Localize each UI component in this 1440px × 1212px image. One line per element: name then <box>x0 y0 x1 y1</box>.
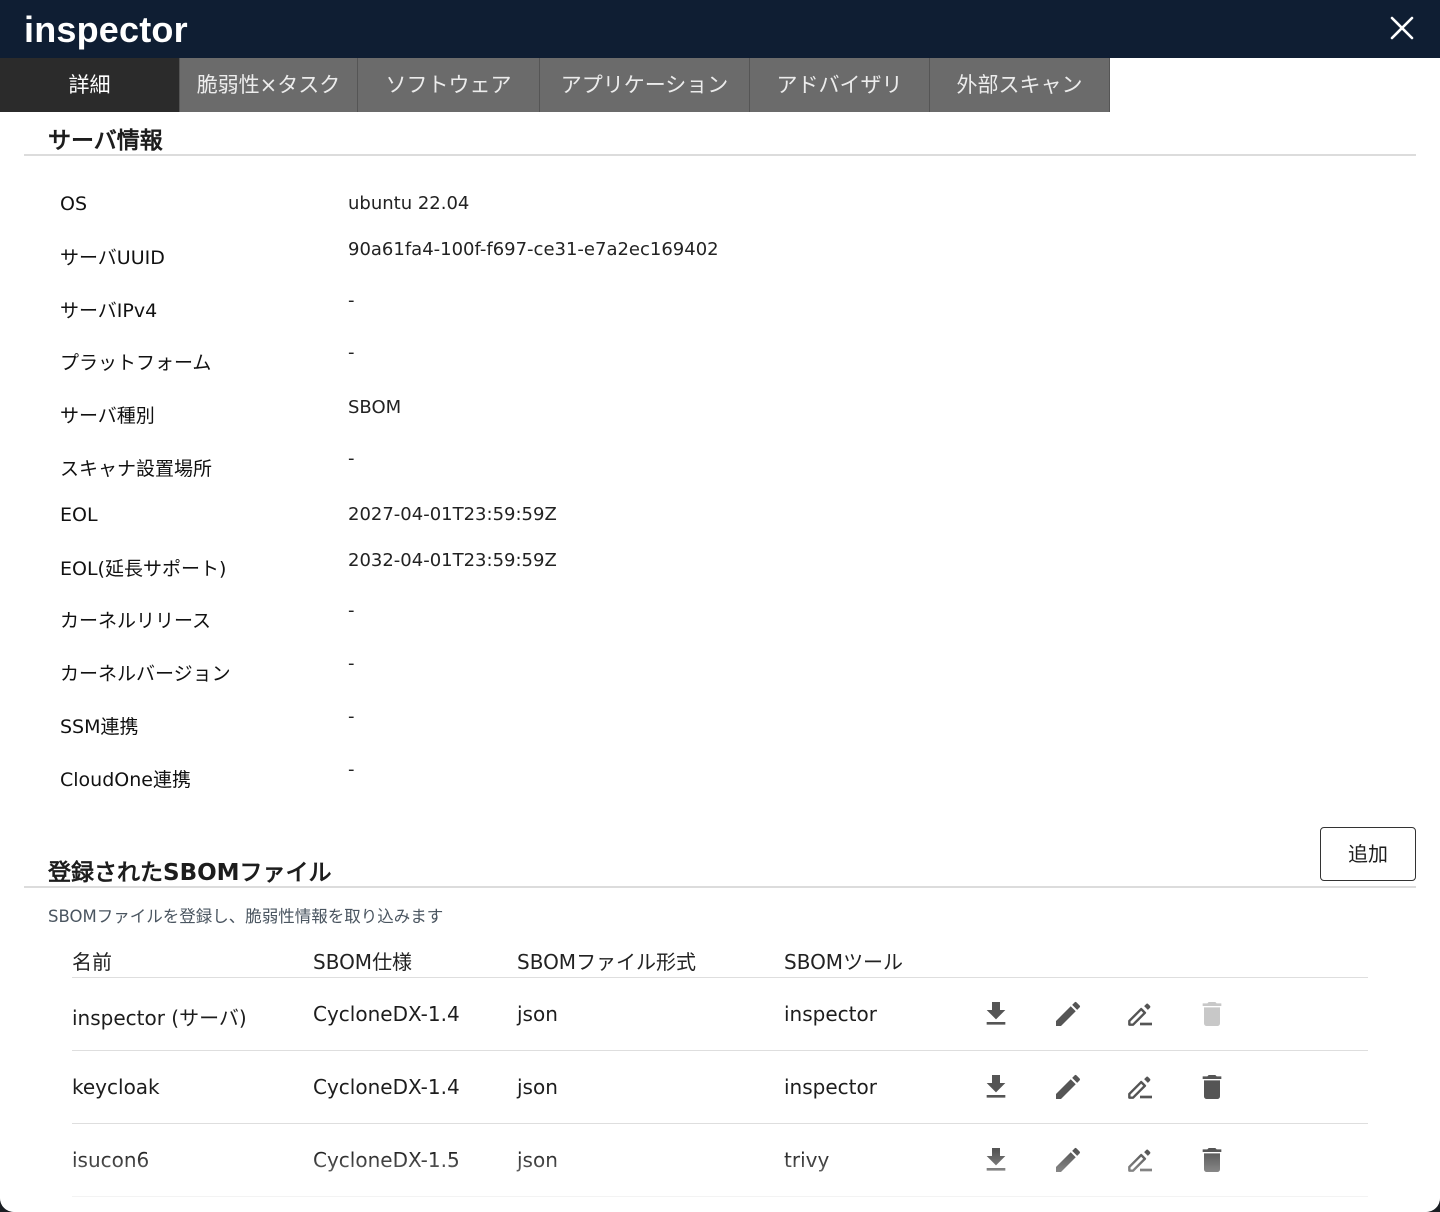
info-row-server-ipv4: サーバIPv4 - <box>60 290 1260 326</box>
info-row-cloudone: CloudOne連携 - <box>60 759 1260 795</box>
info-value: - <box>348 342 355 363</box>
download-icon[interactable] <box>980 1144 1012 1176</box>
cell-name: isucon6 <box>72 1148 150 1172</box>
info-value: 2027-04-01T23:59:59Z <box>348 504 557 525</box>
info-value: - <box>348 653 355 674</box>
close-icon[interactable] <box>1386 12 1418 44</box>
cell-name: inspector (サーバ) <box>72 1006 247 1030</box>
info-row-server-uuid: サーバUUID 90a61fa4-100f-f697-ce31-e7a2ec16… <box>60 239 1260 273</box>
info-row-platform: プラットフォーム - <box>60 342 1260 378</box>
cell-format: json <box>517 1002 558 1026</box>
cell-tool: trivy <box>784 1148 830 1172</box>
info-row-eol-extended: EOL(延長サポート) 2032-04-01T23:59:59Z <box>60 550 1260 584</box>
cell-spec: CycloneDX-1.4 <box>313 1002 460 1026</box>
title-bar: inspector <box>0 0 1440 58</box>
divider <box>24 886 1416 888</box>
inspector-window: inspector 詳細 脆弱性×タスク ソフトウェア アプリケーション アドバ… <box>0 0 1440 1212</box>
column-header-tool: SBOMツール <box>784 950 904 974</box>
cell-spec: CycloneDX-1.5 <box>313 1148 460 1172</box>
trash-icon[interactable] <box>1196 1144 1228 1176</box>
rename-icon[interactable] <box>1124 998 1156 1030</box>
info-label: EOL(延長サポート) <box>60 558 227 580</box>
info-value: - <box>348 290 355 311</box>
pencil-icon[interactable] <box>1052 1071 1084 1103</box>
tab-software[interactable]: ソフトウェア <box>358 58 540 112</box>
info-value: - <box>348 706 355 727</box>
info-value: - <box>348 600 355 621</box>
table-row: inspector (サーバ) CycloneDX-1.4 json inspe… <box>72 977 1368 1050</box>
pencil-icon[interactable] <box>1052 1144 1084 1176</box>
tab-applications[interactable]: アプリケーション <box>540 58 750 112</box>
add-sbom-button[interactable]: 追加 <box>1320 827 1416 881</box>
info-value: 2032-04-01T23:59:59Z <box>348 550 557 571</box>
table-row: keycloak CycloneDX-1.4 json inspector <box>72 1050 1368 1123</box>
info-label: CloudOne連携 <box>60 769 191 791</box>
info-label: サーバ種別 <box>60 405 155 427</box>
info-label: カーネルバージョン <box>60 663 231 685</box>
info-label: EOL <box>60 504 98 526</box>
tab-details[interactable]: 詳細 <box>0 58 180 112</box>
cell-format: json <box>517 1075 558 1099</box>
trash-icon <box>1196 998 1228 1030</box>
table-row: isucon6 CycloneDX-1.5 json trivy <box>72 1123 1368 1196</box>
info-value: - <box>348 759 355 780</box>
column-header-name: 名前 <box>72 950 112 974</box>
sbom-description: SBOMファイルを登録し、脆弱性情報を取り込みます <box>48 907 444 926</box>
info-value: SBOM <box>348 397 402 418</box>
info-label: サーバUUID <box>60 247 165 269</box>
tab-external-scan[interactable]: 外部スキャン <box>930 58 1110 112</box>
info-row-server-type: サーバ種別 SBOM <box>60 397 1260 431</box>
info-row-os: OS ubuntu 22.04 <box>60 193 1260 223</box>
info-value: 90a61fa4-100f-f697-ce31-e7a2ec169402 <box>348 239 719 260</box>
pencil-icon[interactable] <box>1052 998 1084 1030</box>
info-label: プラットフォーム <box>60 352 212 374</box>
trash-icon[interactable] <box>1196 1071 1228 1103</box>
tab-advisories[interactable]: アドバイザリ <box>750 58 930 112</box>
rename-icon[interactable] <box>1124 1144 1156 1176</box>
download-icon[interactable] <box>980 1071 1012 1103</box>
cell-name: keycloak <box>72 1075 160 1099</box>
info-row-scanner-location: スキャナ設置場所 - <box>60 448 1260 484</box>
info-label: スキャナ設置場所 <box>60 458 213 480</box>
info-row-kernel-release: カーネルリリース - <box>60 600 1260 636</box>
download-icon[interactable] <box>980 998 1012 1030</box>
info-row-kernel-version: カーネルバージョン - <box>60 653 1260 689</box>
sbom-section-title: 登録されたSBOMファイル <box>48 860 332 886</box>
tab-vulnerability-tasks[interactable]: 脆弱性×タスク <box>180 58 358 112</box>
info-label: サーバIPv4 <box>60 300 158 322</box>
cell-format: json <box>517 1148 558 1172</box>
info-label: OS <box>60 193 88 215</box>
column-header-format: SBOMファイル形式 <box>517 950 697 974</box>
info-label: SSM連携 <box>60 716 139 738</box>
info-row-ssm: SSM連携 - <box>60 706 1260 742</box>
cell-spec: CycloneDX-1.4 <box>313 1075 460 1099</box>
cell-tool: inspector <box>784 1002 877 1026</box>
column-header-spec: SBOM仕様 <box>313 950 413 974</box>
server-info-title: サーバ情報 <box>48 128 163 154</box>
rename-icon[interactable] <box>1124 1071 1156 1103</box>
divider <box>24 154 1416 156</box>
info-row-eol: EOL 2027-04-01T23:59:59Z <box>60 504 1260 534</box>
cell-tool: inspector <box>784 1075 877 1099</box>
info-value: ubuntu 22.04 <box>348 193 470 214</box>
info-value: - <box>348 448 355 469</box>
app-title: inspector <box>24 9 188 50</box>
tab-bar: 詳細 脆弱性×タスク ソフトウェア アプリケーション アドバイザリ 外部スキャン <box>0 58 1440 112</box>
table-bottom-border <box>72 1196 1368 1198</box>
info-label: カーネルリリース <box>60 610 212 632</box>
